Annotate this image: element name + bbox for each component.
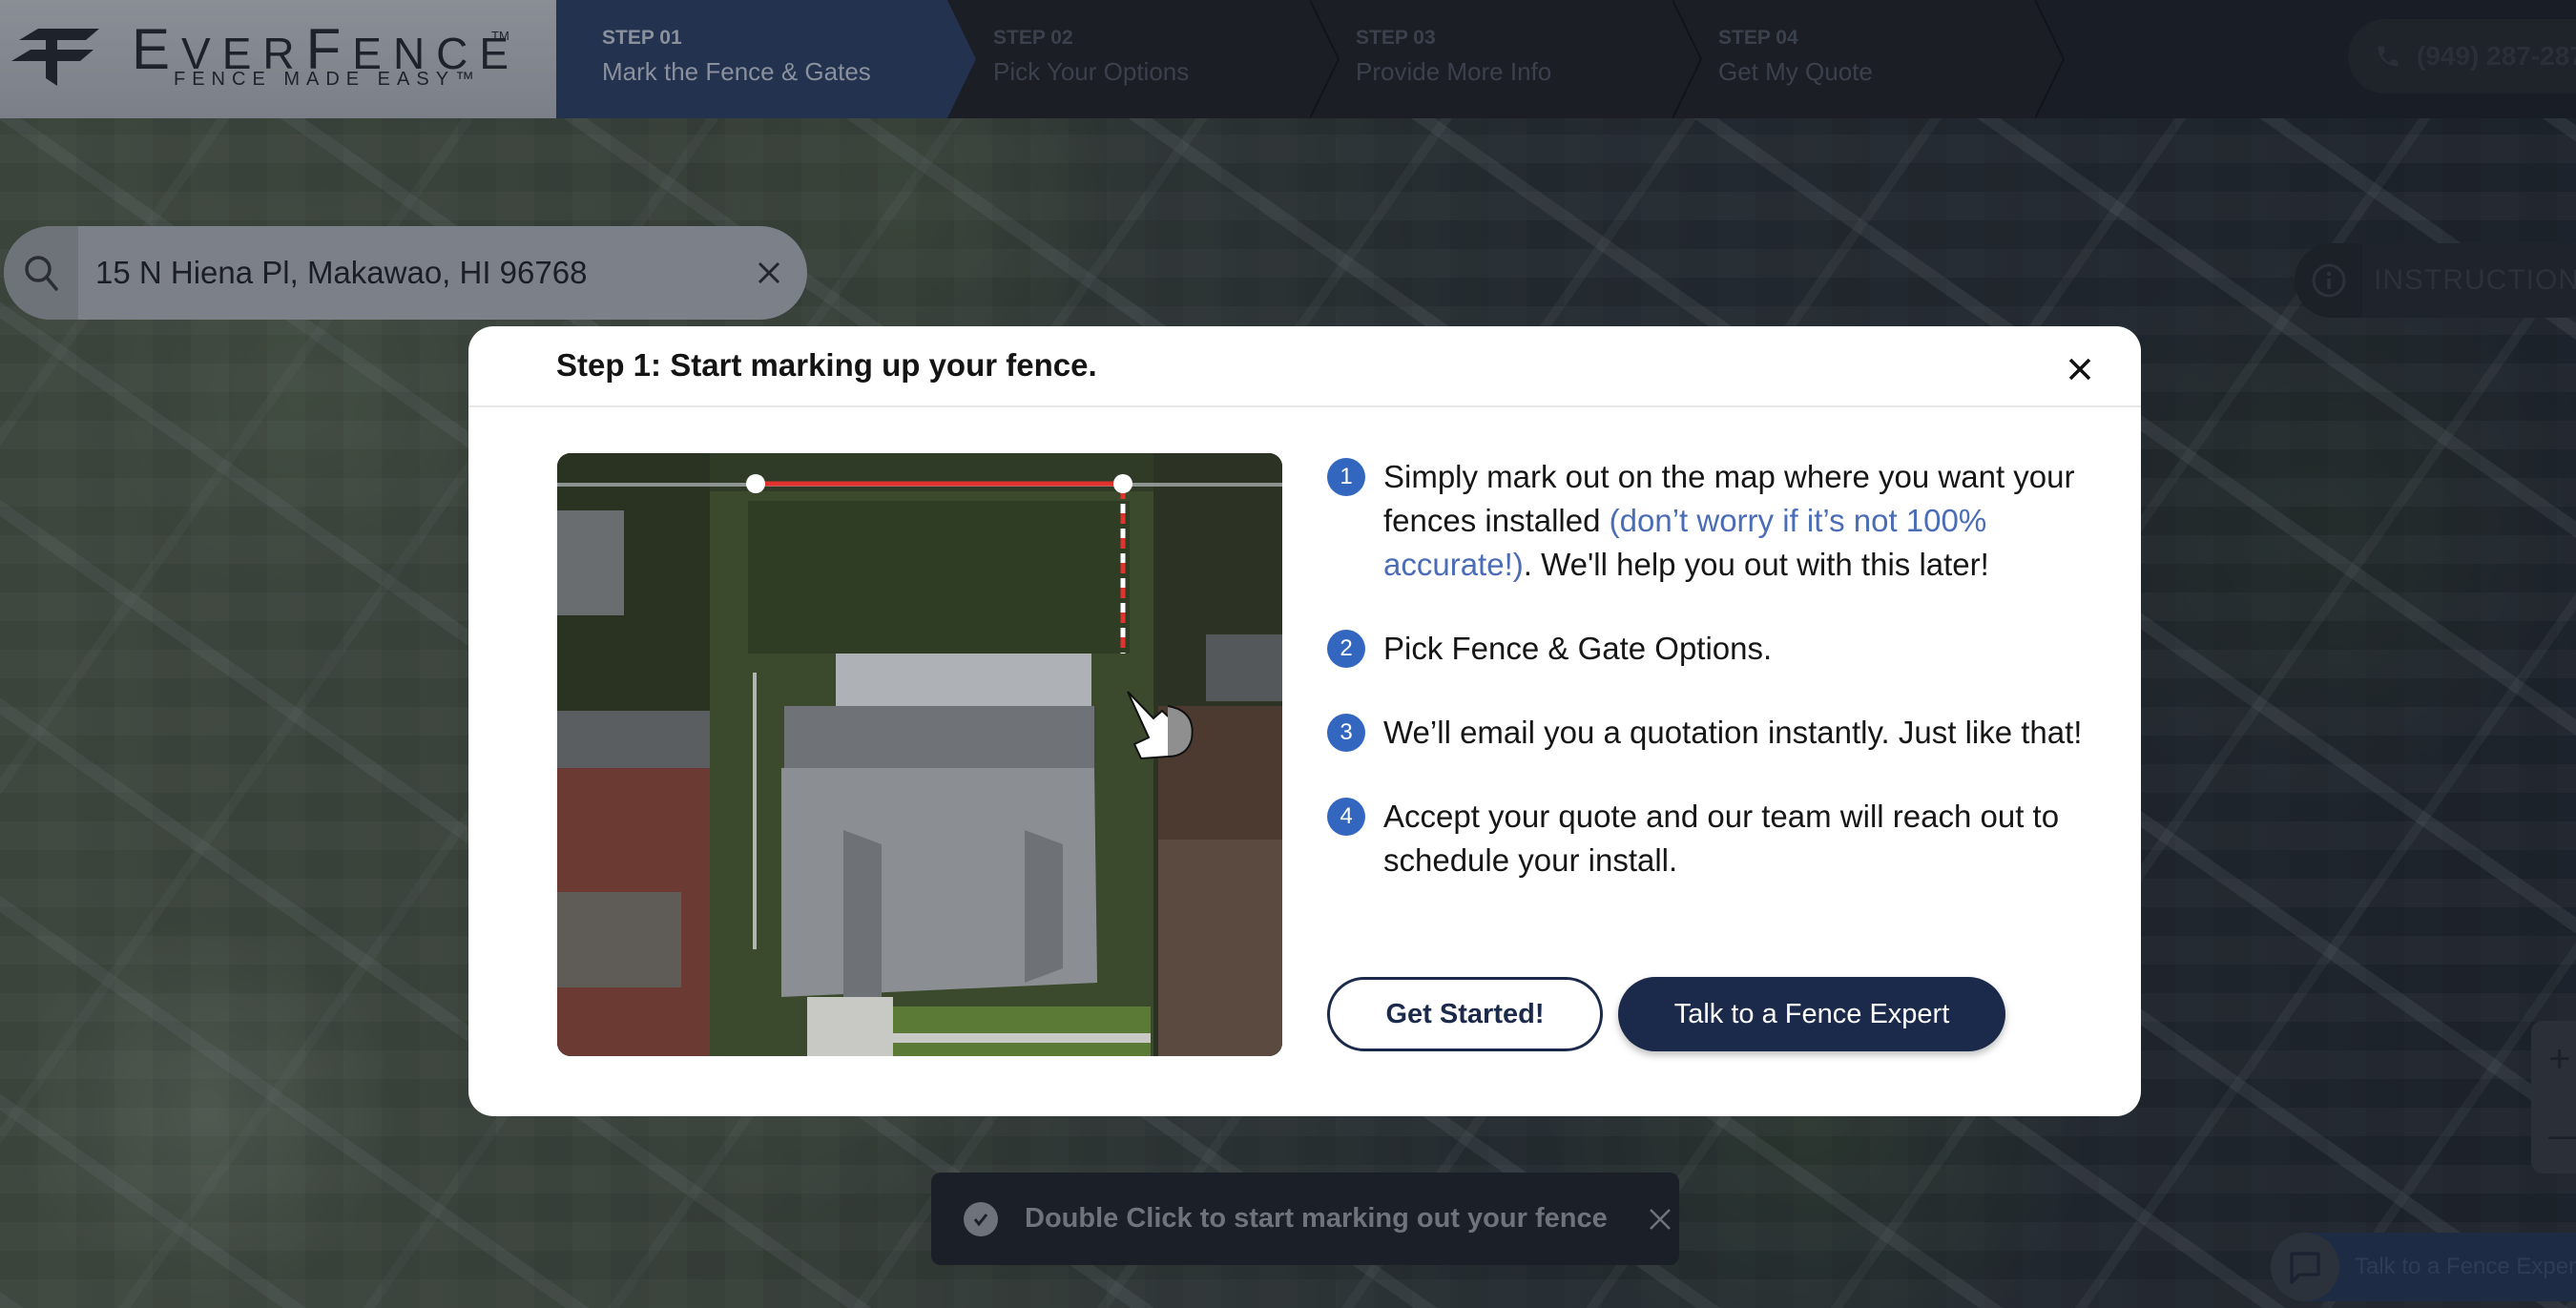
step-number: STEP 02 xyxy=(993,27,1073,49)
step-label: Mark the Fence & Gates xyxy=(602,57,871,86)
step-badge: 1 xyxy=(1327,458,1365,496)
aerial-house-image xyxy=(557,453,1282,1056)
step-number: STEP 03 xyxy=(1356,27,1436,49)
step-number: STEP 01 xyxy=(602,27,682,49)
fence-point-handle xyxy=(1113,474,1132,493)
talk-to-expert-chat-button[interactable]: Talk to a Fence Expert xyxy=(2271,1233,2576,1301)
logo-trademark: TM xyxy=(491,29,509,43)
address-search xyxy=(4,226,807,320)
step-label: Get My Quote xyxy=(1718,57,1873,86)
step-divider xyxy=(1310,0,1340,118)
list-item: 2 Pick Fence & Gate Options. xyxy=(1327,627,2090,671)
instructions-label: INSTRUCTIONS xyxy=(2374,264,2576,296)
hint-toast: Double Click to start marking out your f… xyxy=(931,1173,1679,1265)
step-label: Provide More Info xyxy=(1356,57,1552,86)
map-zoom-controls: + — xyxy=(2531,1021,2576,1173)
step-3[interactable]: STEP 03 Provide More Info xyxy=(1310,0,1701,118)
close-icon xyxy=(758,261,780,284)
list-item-text: Accept your quote and our team will reac… xyxy=(1383,799,2060,878)
modal-actions: Get Started! Talk to a Fence Expert xyxy=(1327,977,2005,1051)
info-icon xyxy=(2295,243,2362,318)
toast-close-button[interactable] xyxy=(1648,1207,1672,1232)
get-started-button[interactable]: Get Started! xyxy=(1327,977,1603,1051)
modal-title: Step 1: Start marking up your fence. xyxy=(556,347,1097,383)
list-item: 4 Accept your quote and our team will re… xyxy=(1327,795,2090,882)
list-item-text: Pick Fence & Gate Options. xyxy=(1383,631,1773,666)
step-divider xyxy=(1672,0,1703,118)
modal-close-button[interactable] xyxy=(2064,353,2096,385)
phone-number: (949) 287-287 xyxy=(2417,41,2576,71)
list-item: 1 Simply mark out on the map where you w… xyxy=(1327,455,2090,587)
step-badge: 4 xyxy=(1327,798,1365,836)
zoom-out-button[interactable]: — xyxy=(2531,1097,2576,1173)
instructions-modal: Step 1: Start marking up your fence. 1 S… xyxy=(468,326,2141,1116)
instructions-list: 1 Simply mark out on the map where you w… xyxy=(1327,455,2090,923)
step-number: STEP 04 xyxy=(1718,27,1798,49)
progress-steps: STEP 01 Mark the Fence & Gates STEP 02 P… xyxy=(556,0,2066,118)
logo[interactable]: EVERFENCE TM FENCE MADE EASY™ xyxy=(0,0,556,118)
chat-bubble-icon xyxy=(2271,1233,2339,1301)
step-divider xyxy=(2035,0,2066,118)
phone-icon xyxy=(2378,46,2399,67)
step-label: Pick Your Options xyxy=(993,57,1190,86)
step-badge: 2 xyxy=(1327,630,1365,668)
list-item: 3 We’ll email you a quotation instantly.… xyxy=(1327,711,2090,755)
toast-message: Double Click to start marking out your f… xyxy=(1025,1203,1608,1234)
everfence-logo-icon xyxy=(11,29,99,86)
list-text: . We'll help you out with this later! xyxy=(1523,547,1989,582)
phone-button[interactable]: (949) 287-287 xyxy=(2348,19,2576,93)
step-4[interactable]: STEP 04 Get My Quote xyxy=(1672,0,2064,118)
step-2[interactable]: STEP 02 Pick Your Options xyxy=(947,0,1339,118)
instructions-button[interactable]: INSTRUCTIONS xyxy=(2295,243,2576,318)
chat-label: Talk to a Fence Expert xyxy=(2355,1254,2576,1279)
fence-point-handle xyxy=(746,474,765,493)
list-item-text: Simply mark out on the map where you wan… xyxy=(1383,455,2090,587)
step-1[interactable]: STEP 01 Mark the Fence & Gates xyxy=(556,0,976,118)
list-item-text: We’ll email you a quotation instantly. J… xyxy=(1383,715,2083,750)
step-badge: 3 xyxy=(1327,714,1365,752)
logo-tagline: FENCE MADE EASY™ xyxy=(174,69,482,90)
zoom-in-button[interactable]: + xyxy=(2531,1021,2576,1097)
address-input[interactable] xyxy=(78,226,731,320)
talk-to-expert-button[interactable]: Talk to a Fence Expert xyxy=(1618,977,2005,1051)
close-icon xyxy=(1649,1208,1671,1230)
top-nav: EVERFENCE TM FENCE MADE EASY™ STEP 01 Ma… xyxy=(0,0,2576,118)
fence-marking-illustration xyxy=(557,453,1282,1056)
modal-header: Step 1: Start marking up your fence. xyxy=(468,326,2141,407)
check-circle-icon xyxy=(964,1201,998,1236)
